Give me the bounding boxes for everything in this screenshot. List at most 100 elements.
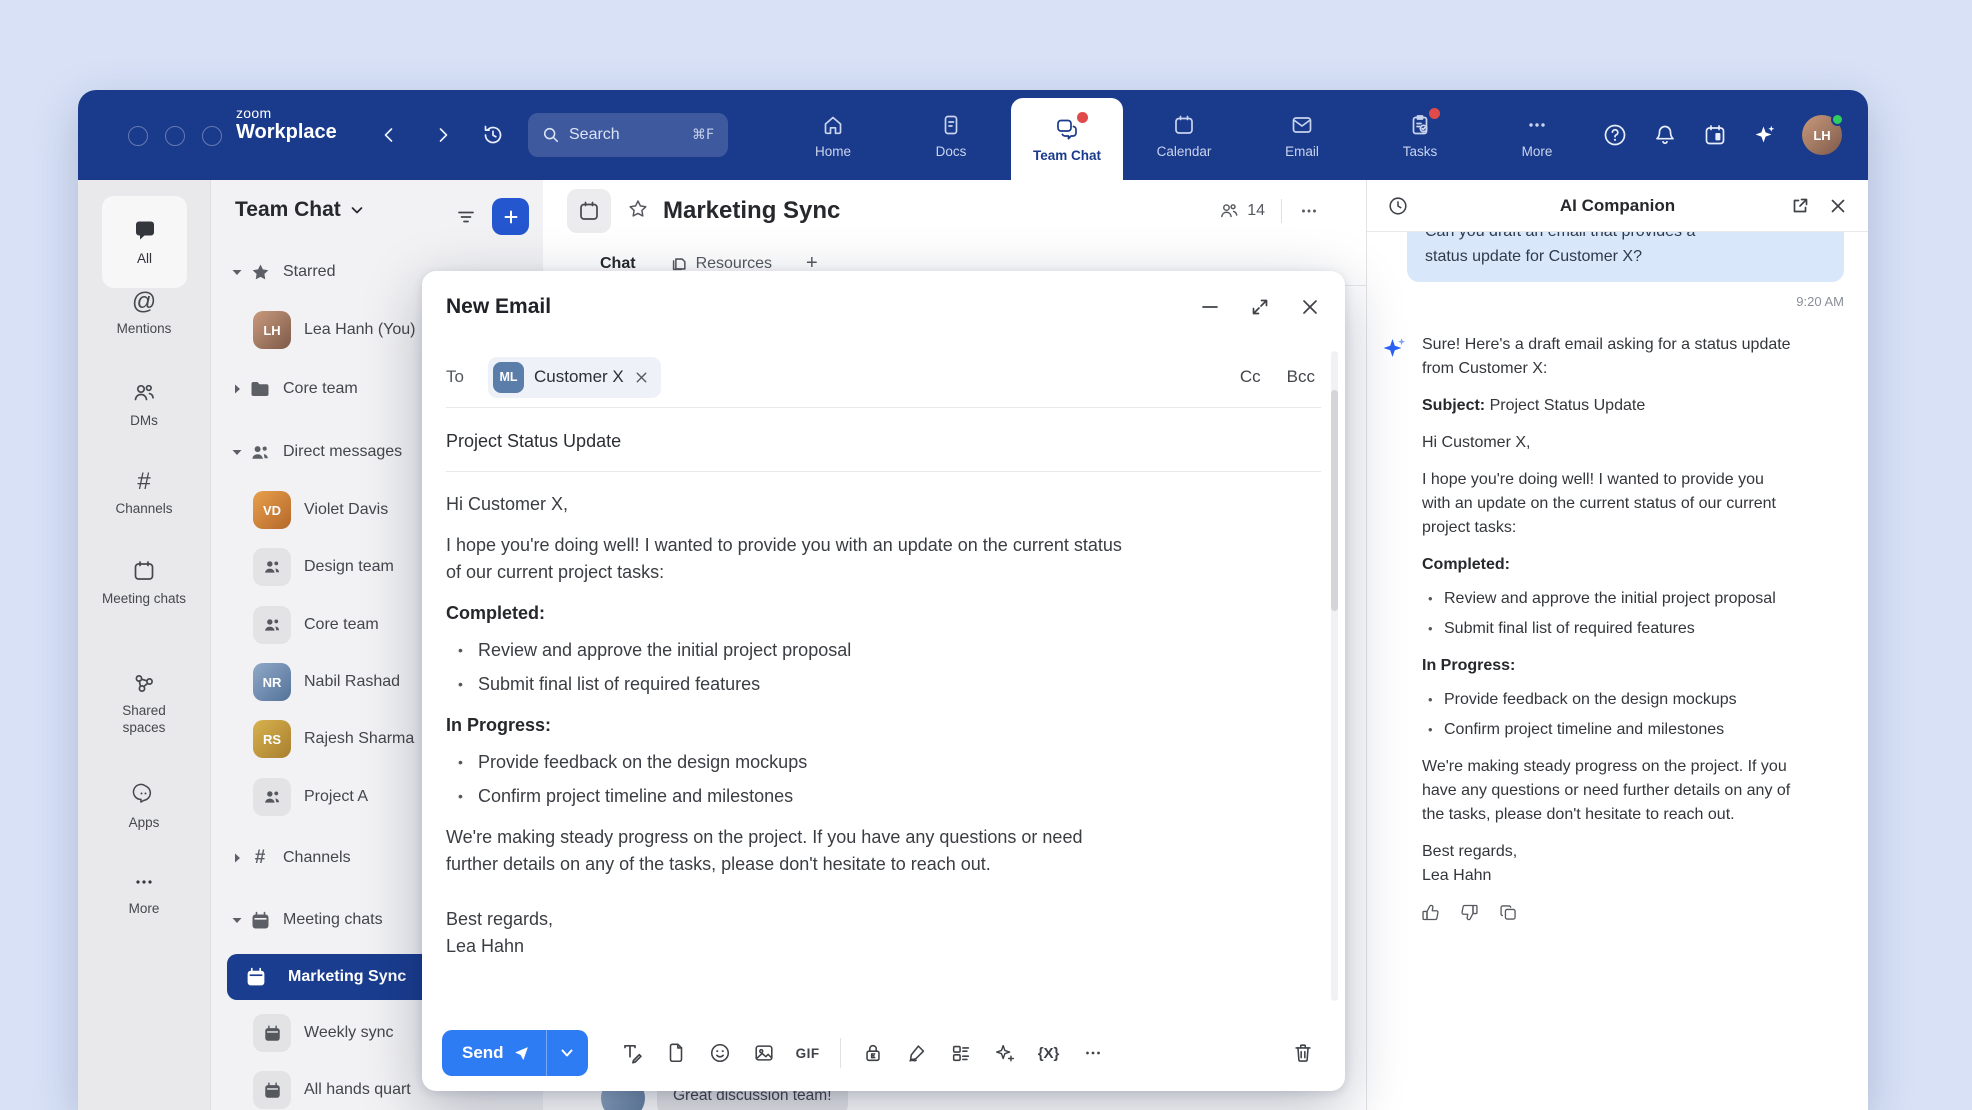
- signature-button[interactable]: [895, 1031, 939, 1075]
- caret-down-icon: [227, 262, 247, 282]
- expand-icon: [1249, 296, 1271, 318]
- hash-icon: #: [137, 470, 150, 494]
- toolbar-more-button[interactable]: [1071, 1031, 1115, 1075]
- more-dots-icon: [1082, 1042, 1104, 1064]
- tab-email[interactable]: Email: [1246, 90, 1358, 180]
- history-button[interactable]: [476, 118, 510, 152]
- star-filled-icon: [250, 262, 271, 283]
- close-button[interactable]: [1299, 296, 1321, 318]
- hash-icon: #: [249, 847, 271, 869]
- close-window-control[interactable]: [128, 126, 148, 146]
- meeting-avatar: [253, 1014, 291, 1052]
- more-dots-icon: [132, 870, 156, 894]
- help-button[interactable]: [1602, 122, 1628, 148]
- minimize-window-control[interactable]: [165, 126, 185, 146]
- rail-item-shared-spaces[interactable]: Shared spaces: [78, 670, 210, 737]
- variables-button[interactable]: {X}: [1027, 1031, 1071, 1075]
- tab-more[interactable]: More: [1481, 90, 1593, 180]
- rail-item-mentions[interactable]: @ Mentions: [78, 290, 210, 338]
- profile-avatar[interactable]: LH: [1802, 115, 1842, 155]
- tab-calendar[interactable]: Calendar: [1128, 90, 1240, 180]
- cc-button[interactable]: Cc: [1240, 367, 1261, 387]
- calendar-filled-icon: [263, 1081, 282, 1100]
- remove-recipient-button[interactable]: [634, 370, 649, 385]
- ai-history-button[interactable]: [1387, 195, 1409, 217]
- divider: [1281, 199, 1282, 223]
- close-icon: [1828, 196, 1848, 216]
- thumbs-up-button[interactable]: [1420, 902, 1441, 923]
- avatar: VD: [253, 491, 291, 529]
- star-button[interactable]: [627, 198, 649, 225]
- tab-team-chat[interactable]: Team Chat: [1011, 98, 1123, 180]
- tab-chat[interactable]: Chat: [600, 255, 636, 273]
- tab-resources[interactable]: Resources: [670, 255, 772, 273]
- new-chat-button[interactable]: [492, 198, 529, 235]
- members-icon: [1218, 200, 1240, 222]
- send-options-button[interactable]: [546, 1030, 588, 1076]
- format-text-button[interactable]: [610, 1031, 654, 1075]
- calendar-filled-icon: [263, 1024, 282, 1043]
- more-dots-icon: [1525, 113, 1549, 137]
- signature-pen-icon: [906, 1042, 928, 1064]
- channel-more-button[interactable]: [1298, 200, 1320, 222]
- tab-tasks[interactable]: Tasks: [1364, 90, 1476, 180]
- ai-popout-button[interactable]: [1790, 196, 1810, 216]
- rail-item-meeting-chats[interactable]: Meeting chats: [78, 558, 210, 608]
- caret-down-icon: [227, 442, 247, 462]
- to-label: To: [446, 367, 488, 387]
- team-chat-badge: [1077, 112, 1088, 123]
- encrypt-button[interactable]: [851, 1031, 895, 1075]
- avatar: RS: [253, 720, 291, 758]
- filter-button[interactable]: [451, 202, 481, 232]
- scrollbar-thumb[interactable]: [1331, 390, 1338, 611]
- emoji-button[interactable]: [698, 1031, 742, 1075]
- help-icon: [1602, 122, 1628, 148]
- email-body-editor[interactable]: Hi Customer X, I hope you're doing well!…: [446, 491, 1126, 960]
- rail-item-channels[interactable]: # Channels: [78, 470, 210, 518]
- chevron-down-icon: [559, 1045, 575, 1061]
- people-filled-icon: [262, 787, 282, 807]
- history-clock-icon: [481, 123, 505, 147]
- attach-file-button[interactable]: [654, 1031, 698, 1075]
- at-icon: @: [132, 290, 156, 314]
- meeting-avatar: [253, 1071, 291, 1109]
- rail-item-all[interactable]: All: [102, 196, 187, 288]
- recipient-chip[interactable]: ML Customer X: [488, 357, 661, 398]
- subject-field[interactable]: Project Status Update: [446, 413, 1315, 469]
- ai-companion-button[interactable]: [1752, 122, 1778, 148]
- rail-item-apps[interactable]: Apps: [78, 782, 210, 832]
- team-avatar: [253, 606, 291, 644]
- schedule-button[interactable]: [1702, 122, 1728, 148]
- ai-compose-button[interactable]: [983, 1031, 1027, 1075]
- template-button[interactable]: [939, 1031, 983, 1075]
- recipient-name: Customer X: [534, 367, 624, 387]
- members-button[interactable]: 14: [1218, 200, 1265, 222]
- gif-button[interactable]: GIF: [786, 1031, 830, 1075]
- zoom-workplace-logo: zoom Workplace: [236, 106, 337, 143]
- forward-button[interactable]: [428, 120, 458, 150]
- notifications-button[interactable]: [1652, 122, 1678, 148]
- send-button[interactable]: Send: [442, 1030, 546, 1076]
- back-button[interactable]: [374, 120, 404, 150]
- discard-button[interactable]: [1281, 1031, 1325, 1075]
- ai-conversation[interactable]: Can you draft an email that provides a s…: [1367, 232, 1868, 1110]
- bcc-button[interactable]: Bcc: [1287, 367, 1315, 387]
- sparkle-icon: [994, 1042, 1016, 1064]
- tab-docs[interactable]: Docs: [895, 90, 1007, 180]
- thumbs-down-button[interactable]: [1459, 902, 1480, 923]
- expand-button[interactable]: [1249, 296, 1271, 318]
- zoom-window-control[interactable]: [202, 126, 222, 146]
- sidebar-title-dropdown[interactable]: Team Chat: [235, 198, 365, 222]
- plus-icon: [501, 207, 521, 227]
- ai-close-button[interactable]: [1828, 196, 1848, 216]
- minimize-button[interactable]: [1199, 296, 1221, 318]
- rail-item-more[interactable]: More: [78, 870, 210, 918]
- image-button[interactable]: [742, 1031, 786, 1075]
- folder-icon: [249, 378, 271, 400]
- divider: [446, 471, 1321, 472]
- copy-button[interactable]: [1498, 902, 1519, 923]
- rail-item-dms[interactable]: DMs: [78, 380, 210, 430]
- modal-scrollbar[interactable]: [1331, 351, 1338, 1001]
- tab-home[interactable]: Home: [777, 90, 889, 180]
- search-input[interactable]: Search ⌘F: [528, 113, 728, 157]
